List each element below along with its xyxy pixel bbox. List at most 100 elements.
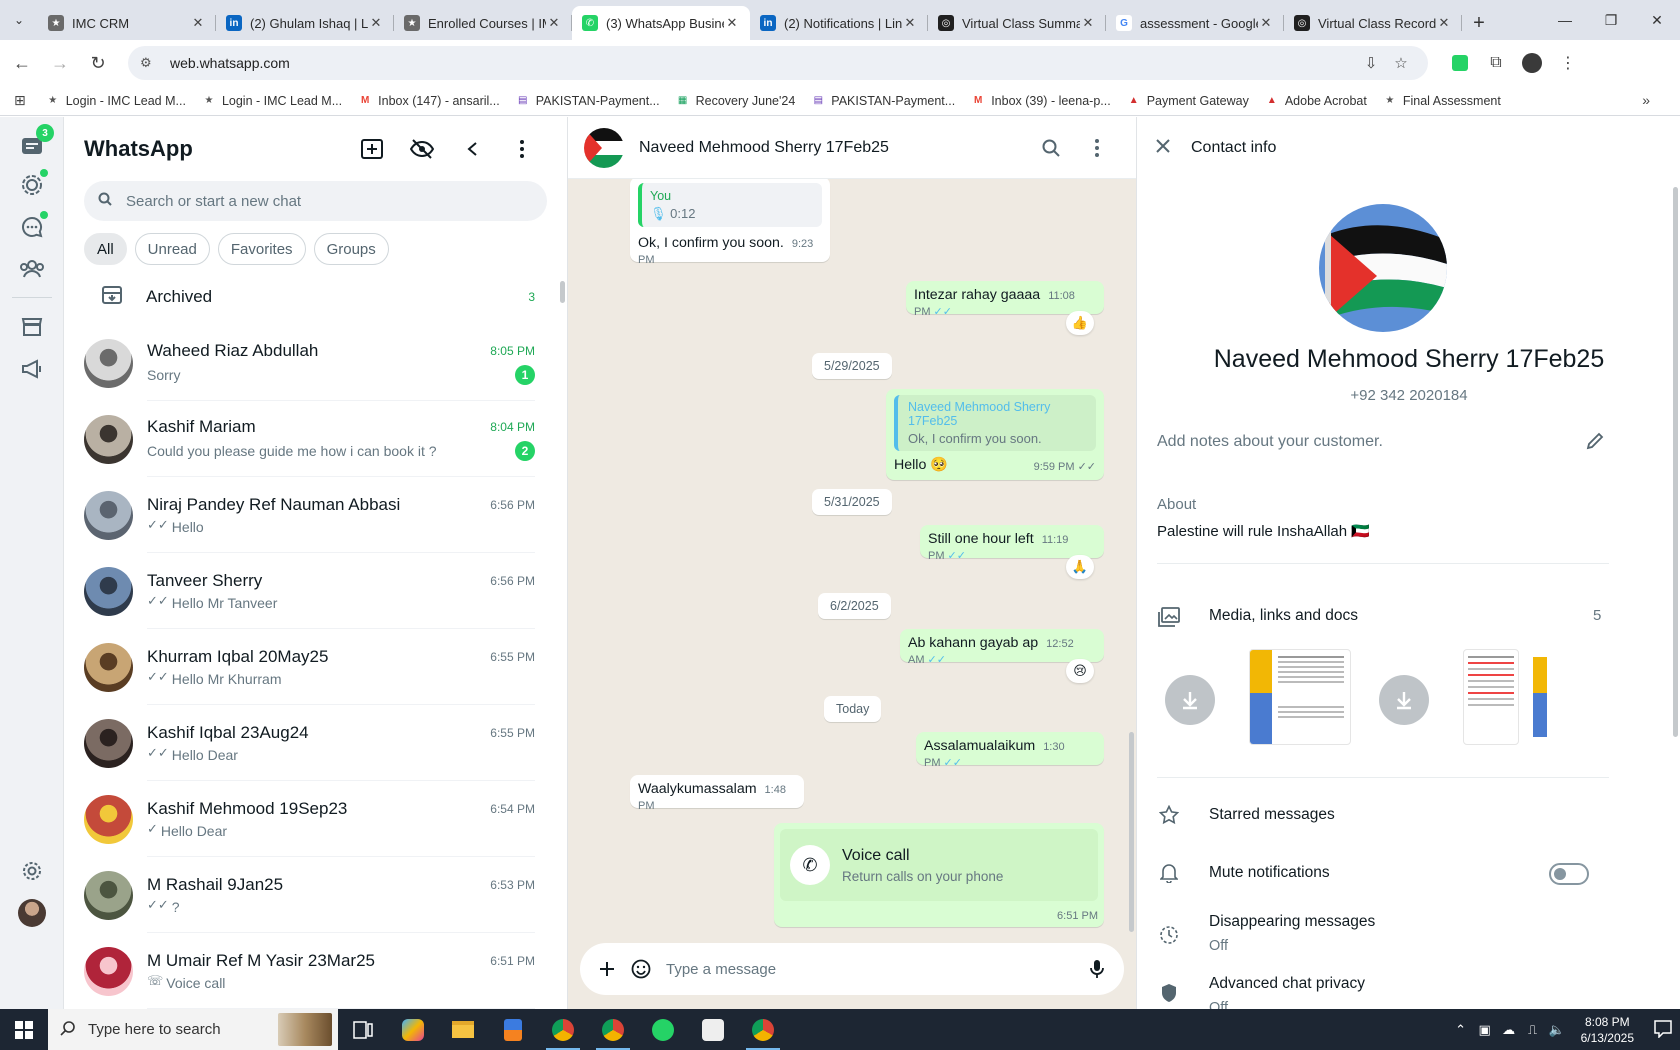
chat-list-item[interactable]: Niraj Pandey Ref Nauman Abbasi 6:56 PM ✓✓ H… [64,477,567,553]
chat-list-item[interactable]: Kashif Iqbal 23Aug24 6:55 PM ✓✓ Hello Dear [64,705,567,781]
unknown-app-icon[interactable] [688,1009,738,1050]
chat-list-item[interactable]: Waheed Riaz Abdullah 8:05 PM Sorry 1 [64,325,567,401]
status-icon[interactable] [16,169,48,201]
chat-list-item[interactable]: Kashif Mehmood 19Sep23 6:54 PM ✓ Hello Dear [64,781,567,857]
document-thumbnail[interactable] [1531,649,1561,745]
chat-list-scrollbar[interactable] [560,281,565,303]
browser-tab[interactable]: ◎ Virtual Class Recording✕ [1284,6,1462,40]
chevron-left-icon[interactable] [447,129,497,169]
message-incoming[interactable]: You 🎙 0:12 Ok, I confirm you soon. 9:23 P… [630,179,830,266]
close-window-icon[interactable]: ✕ [1634,0,1680,40]
profile-avatar[interactable] [16,897,48,929]
contact-avatar-flag[interactable] [584,127,624,168]
bookmark-item[interactable]: ▤ PAKISTAN-Payment... [811,94,956,108]
whatsapp-extension-icon[interactable] [1442,47,1478,79]
tab-close-icon[interactable]: ✕ [724,15,740,31]
pdf-editor-icon[interactable] [488,1009,538,1050]
reaction-emoji[interactable]: 🙏 [1066,555,1094,579]
chat-avatar[interactable] [84,414,133,464]
extensions-puzzle-icon[interactable]: ⧉ [1478,47,1514,79]
filter-chip-groups[interactable]: Groups [313,233,389,265]
bookmark-item[interactable]: ★ Login - IMC Lead M... [46,94,186,108]
tab-close-icon[interactable]: ✕ [902,15,918,31]
browser-menu-icon[interactable]: ⋮ [1550,47,1586,79]
browser-tab[interactable]: Gassessment - Google Search✕ [1106,6,1284,40]
chat-avatar[interactable] [84,870,133,920]
task-view-icon[interactable] [338,1009,388,1050]
bookmark-item[interactable]: ▲ Adobe Acrobat [1265,94,1367,108]
message-outgoing-reply[interactable]: Naveed Mehmood Sherry 17Feb25 Ok, I conf… [886,389,1104,480]
search-input[interactable] [126,192,533,210]
voice-call-box[interactable]: ✆ Voice call Return calls on your phone [780,829,1098,901]
microphone-record-icon[interactable] [1080,952,1114,986]
bookmark-item[interactable]: ▦ Recovery June'24 [676,94,795,108]
sticker-emoji-icon[interactable] [624,952,658,986]
whatsapp-taskbar-icon[interactable] [638,1009,688,1050]
tray-camera-icon[interactable]: ▣ [1473,1022,1497,1038]
chat-avatar[interactable] [84,794,133,844]
tab-close-icon[interactable]: ✕ [1436,15,1452,31]
taskbar-search-box[interactable]: Type here to search [48,1009,338,1050]
tab-close-icon[interactable]: ✕ [1258,15,1274,31]
close-icon[interactable] [1155,138,1171,159]
message-outgoing[interactable]: Still one hour left 11:19 PM ✓✓ [920,525,1104,562]
channels-icon[interactable] [16,211,48,243]
chat-list-item[interactable]: Tanveer Sherry 6:56 PM ✓✓ Hello Mr Tanveer [64,553,567,629]
archived-row[interactable]: Archived 3 [64,269,567,325]
tray-overflow-icon[interactable]: ⌃ [1449,1022,1473,1038]
chat-list-item[interactable]: Khurram Iqbal 20May25 6:55 PM ✓✓ Hello Mr K… [64,629,567,705]
chat-list-item[interactable]: Kashif Mariam 8:04 PM Could you please gui… [64,401,567,477]
document-thumbnail[interactable] [1463,649,1519,745]
browser-tab[interactable]: ★ Enrolled Courses | IMC✕ [394,6,572,40]
filter-chip-favorites[interactable]: Favorites [217,233,306,265]
quoted-voice-note[interactable]: You 🎙 0:12 [638,183,822,227]
install-app-icon[interactable]: ⇩ [1356,54,1386,72]
chat-avatar[interactable] [84,718,133,768]
download-arrow-icon[interactable] [1379,675,1429,725]
chat-avatar[interactable] [84,338,133,388]
back-arrow-icon[interactable]: ← [6,47,38,79]
media-links-docs-label[interactable]: Media, links and docs [1209,607,1358,625]
bookmark-star-icon[interactable]: ☆ [1386,54,1416,72]
notification-center-icon[interactable] [1654,1020,1672,1043]
chat-avatar[interactable] [84,566,133,616]
starred-messages-row[interactable]: Starred messages [1209,806,1335,824]
customer-notes-field[interactable]: Add notes about your customer. [1157,433,1607,451]
chrome-secondary-icon[interactable] [738,1009,788,1050]
restore-icon[interactable]: ❐ [1588,0,1634,40]
forward-arrow-icon[interactable]: → [44,47,76,79]
tray-volume-icon[interactable]: 🔈 [1545,1022,1569,1038]
message-outgoing[interactable]: Assalamualaikum 1:30 PM ✓✓ [916,732,1104,769]
chat-list-item[interactable]: M Umair Ref M Yasir 23Mar25 6:51 PM ☏ Voice… [64,933,567,1009]
hide-eye-icon[interactable] [397,129,447,169]
tab-close-icon[interactable]: ✕ [190,15,206,31]
tab-search-chevron-icon[interactable]: ⌄ [0,0,38,40]
advanced-chat-privacy-row[interactable]: Advanced chat privacy [1209,975,1365,993]
site-info-icon[interactable]: ⚙ [140,55,158,71]
menu-kebab-icon[interactable] [497,129,547,169]
conversation-header[interactable]: Naveed Mehmood Sherry 17Feb25 [568,117,1136,179]
tab-close-icon[interactable]: ✕ [1080,15,1096,31]
reaction-emoji[interactable]: 😢 [1066,659,1094,683]
reaction-emoji[interactable]: 👍 [1066,311,1094,335]
browser-tab[interactable]: ◎ Virtual Class Summary✕ [928,6,1106,40]
message-outgoing[interactable]: Intezar rahay gaaaa 11:08 PM ✓✓ [906,281,1104,318]
quoted-message[interactable]: Naveed Mehmood Sherry 17Feb25 Ok, I conf… [894,395,1096,451]
bookmark-item[interactable]: M Inbox (39) - leena-p... [971,94,1111,108]
more-bookmarks-icon[interactable]: » [1642,92,1650,108]
catalog-store-icon[interactable] [16,311,48,343]
message-incoming[interactable]: Waalykumassalam 1:48 PM [630,775,804,812]
browser-tab[interactable]: ✆ (3) WhatsApp Business✕ [572,6,750,40]
chat-avatar[interactable] [84,946,133,996]
chat-search-box[interactable] [84,181,547,221]
message-input[interactable] [666,960,1080,978]
contact-info-scrollbar[interactable] [1673,187,1678,737]
chat-list-item[interactable]: M Rashail 9Jan25 6:53 PM ✓✓? [64,857,567,933]
windows-start-icon[interactable] [0,1009,48,1050]
tray-cloud-icon[interactable]: ☁ [1497,1022,1521,1038]
voice-call-card[interactable]: ✆ Voice call Return calls on your phone … [774,823,1104,927]
bookmark-item[interactable]: ★ Login - IMC Lead M... [202,94,342,108]
chats-icon[interactable]: 3 [16,124,54,162]
bookmark-item[interactable]: ▲ Payment Gateway [1127,94,1249,108]
url-text[interactable]: web.whatsapp.com [170,55,1356,71]
